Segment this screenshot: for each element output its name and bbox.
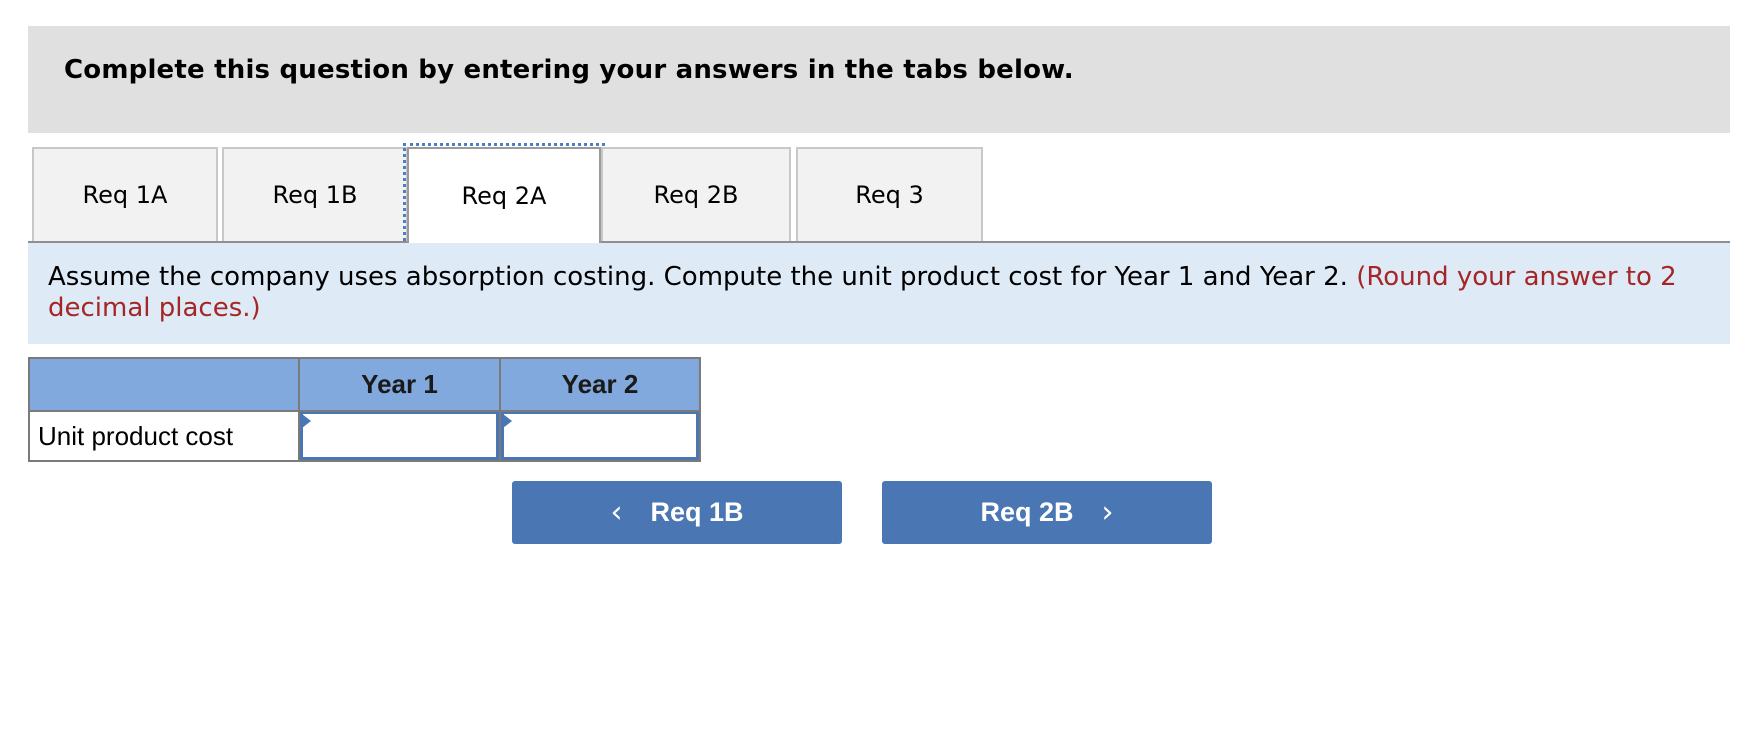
tab-bar: Req 1A Req 1B Req 2A Req 2B Req 3 bbox=[28, 143, 1730, 247]
tab-req-1b[interactable]: Req 1B bbox=[222, 147, 408, 241]
cell-year-1 bbox=[298, 410, 501, 462]
table-row: Unit product cost bbox=[28, 410, 701, 462]
instruction-text: Complete this question by entering your … bbox=[64, 55, 1074, 85]
unit-product-cost-year-1-input[interactable] bbox=[300, 412, 499, 460]
next-req-2b-button[interactable]: Req 2B › bbox=[882, 481, 1212, 544]
tab-label: Req 2A bbox=[461, 182, 547, 210]
column-header-blank bbox=[28, 357, 300, 412]
column-header-year-1: Year 1 bbox=[298, 357, 501, 412]
chevron-right-icon: › bbox=[1101, 495, 1114, 530]
tab-label: Req 1B bbox=[272, 181, 358, 209]
cell-year-2 bbox=[499, 410, 701, 462]
column-header-year-2: Year 2 bbox=[499, 357, 701, 412]
tab-req-1a[interactable]: Req 1A bbox=[32, 147, 218, 241]
unit-product-cost-year-2-input[interactable] bbox=[501, 412, 699, 460]
tab-req-2b[interactable]: Req 2B bbox=[601, 147, 791, 241]
question-text: Assume the company uses absorption costi… bbox=[48, 262, 1348, 292]
tab-req-2a[interactable]: Req 2A bbox=[403, 143, 605, 247]
row-label-unit-product-cost: Unit product cost bbox=[28, 410, 300, 462]
next-button-label: Req 2B bbox=[980, 497, 1074, 527]
tab-label: Req 2B bbox=[653, 181, 739, 209]
prev-button-label: Req 1B bbox=[650, 497, 744, 527]
tab-label: Req 1A bbox=[82, 181, 168, 209]
tab-label: Req 3 bbox=[855, 181, 924, 209]
input-marker-icon bbox=[302, 414, 311, 428]
table-header-row: Year 1 Year 2 bbox=[28, 357, 701, 412]
prev-req-1b-button[interactable]: ‹ Req 1B bbox=[512, 481, 842, 544]
instruction-banner: Complete this question by entering your … bbox=[28, 26, 1730, 133]
input-marker-icon bbox=[503, 414, 512, 428]
answer-table: Year 1 Year 2 Unit product cost bbox=[28, 357, 701, 462]
question-panel: Assume the company uses absorption costi… bbox=[28, 243, 1730, 344]
tab-req-3[interactable]: Req 3 bbox=[796, 147, 983, 241]
chevron-left-icon: ‹ bbox=[610, 495, 623, 530]
